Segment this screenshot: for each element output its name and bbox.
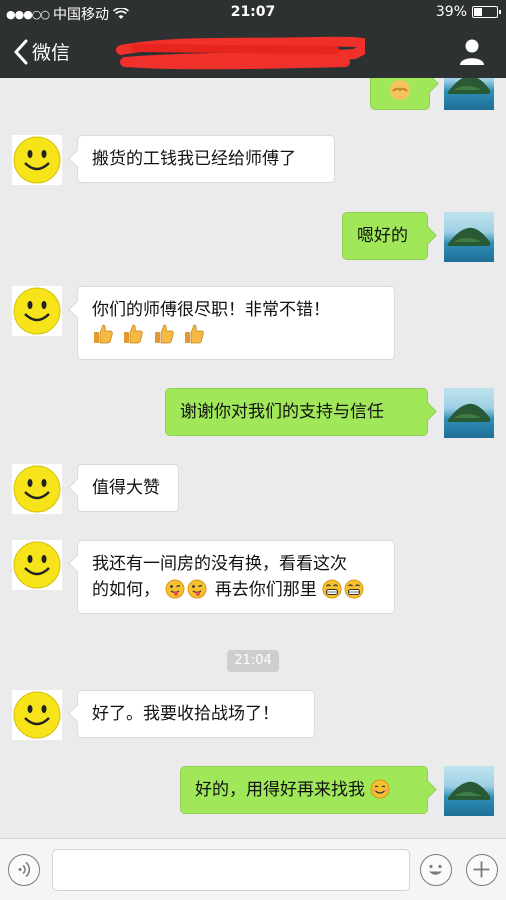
plus-icon bbox=[473, 861, 490, 878]
self-avatar[interactable] bbox=[444, 78, 494, 110]
self-avatar[interactable] bbox=[444, 766, 494, 816]
message-text: 好的，用得好再来找我 bbox=[195, 780, 365, 800]
message-text: 再去你们那里 bbox=[214, 580, 317, 600]
contact-avatar[interactable] bbox=[12, 286, 62, 336]
emoji-icon bbox=[429, 864, 442, 875]
back-label: 微信 bbox=[32, 42, 71, 64]
voice-icon bbox=[18, 861, 31, 878]
thumbs-up-row bbox=[92, 323, 380, 349]
message-bubble-left[interactable]: 你们的师傅很尽职！非常不错！ bbox=[77, 286, 395, 360]
message-input[interactable] bbox=[52, 849, 410, 891]
message-bubble-right[interactable] bbox=[370, 78, 430, 110]
message-text: 值得大赞 bbox=[92, 478, 160, 498]
contact-avatar[interactable] bbox=[12, 464, 62, 514]
self-avatar[interactable] bbox=[444, 388, 494, 438]
chat-info-button[interactable] bbox=[458, 38, 486, 66]
contact-avatar[interactable] bbox=[12, 690, 62, 740]
voice-button[interactable] bbox=[8, 854, 40, 886]
message-text: 你们的师傅很尽职！非常不错！ bbox=[92, 300, 330, 320]
redacted-title-scribble bbox=[116, 36, 365, 70]
contact-avatar[interactable] bbox=[12, 540, 62, 590]
message-bubble-right[interactable]: 好的，用得好再来找我 bbox=[180, 766, 428, 814]
tongue-wink-emoji-icon bbox=[165, 579, 185, 599]
smile-emoji-icon bbox=[370, 779, 390, 799]
input-bar bbox=[0, 838, 506, 900]
time-divider: 21:04 bbox=[227, 650, 279, 672]
battery-icon bbox=[472, 6, 501, 18]
chevron-left-icon bbox=[14, 39, 28, 64]
back-button[interactable]: 微信 bbox=[12, 38, 70, 65]
message-text: 嗯好的 bbox=[357, 226, 408, 246]
message-bubble-left[interactable]: 我还有一间房的没有换，看看这次 的如何， 再去你们那里 bbox=[77, 540, 395, 614]
thumbs-up-emoji-icon bbox=[154, 324, 174, 344]
message-bubble-left[interactable]: 搬货的工钱我已经给师傅了 bbox=[77, 135, 335, 183]
message-text: 的如何， bbox=[92, 580, 160, 600]
message-bubble-right[interactable]: 嗯好的 bbox=[342, 212, 428, 260]
message-bubble-right[interactable]: 谢谢你对我们的支持与信任 bbox=[165, 388, 428, 436]
handshake-emoji-icon bbox=[390, 80, 410, 100]
thumbs-up-emoji-icon bbox=[185, 324, 204, 344]
more-button[interactable] bbox=[466, 854, 498, 886]
message-text: 我还有一间房的没有换，看看这次 bbox=[92, 554, 347, 574]
status-bar: ●●●○○ 中国移动 21:07 39% bbox=[0, 0, 506, 26]
grin-emoji-icon bbox=[344, 579, 364, 599]
message-text: 好了。我要收拾战场了！ bbox=[92, 704, 279, 724]
grin-emoji-icon bbox=[322, 579, 342, 599]
self-avatar[interactable] bbox=[444, 212, 494, 262]
contact-avatar[interactable] bbox=[12, 135, 62, 185]
message-bubble-left[interactable]: 好了。我要收拾战场了！ bbox=[77, 690, 315, 738]
message-text: 谢谢你对我们的支持与信任 bbox=[180, 402, 384, 422]
nav-bar: 微信 bbox=[0, 26, 506, 78]
battery-percent: 39% bbox=[435, 4, 467, 20]
message-bubble-left[interactable]: 值得大赞 bbox=[77, 464, 179, 512]
clock: 21:07 bbox=[230, 4, 276, 20]
thumbs-up-emoji-icon bbox=[94, 324, 113, 344]
tongue-wink-emoji-icon bbox=[187, 579, 207, 599]
message-text: 搬货的工钱我已经给师傅了 bbox=[92, 149, 296, 169]
thumbs-up-emoji-icon bbox=[124, 324, 144, 344]
chat-area[interactable]: 搬货的工钱我已经给师傅了 嗯好的 你们的师傅很尽职！非常不错！ 谢谢你对我们的支… bbox=[0, 78, 506, 838]
emoji-button[interactable] bbox=[420, 854, 452, 886]
